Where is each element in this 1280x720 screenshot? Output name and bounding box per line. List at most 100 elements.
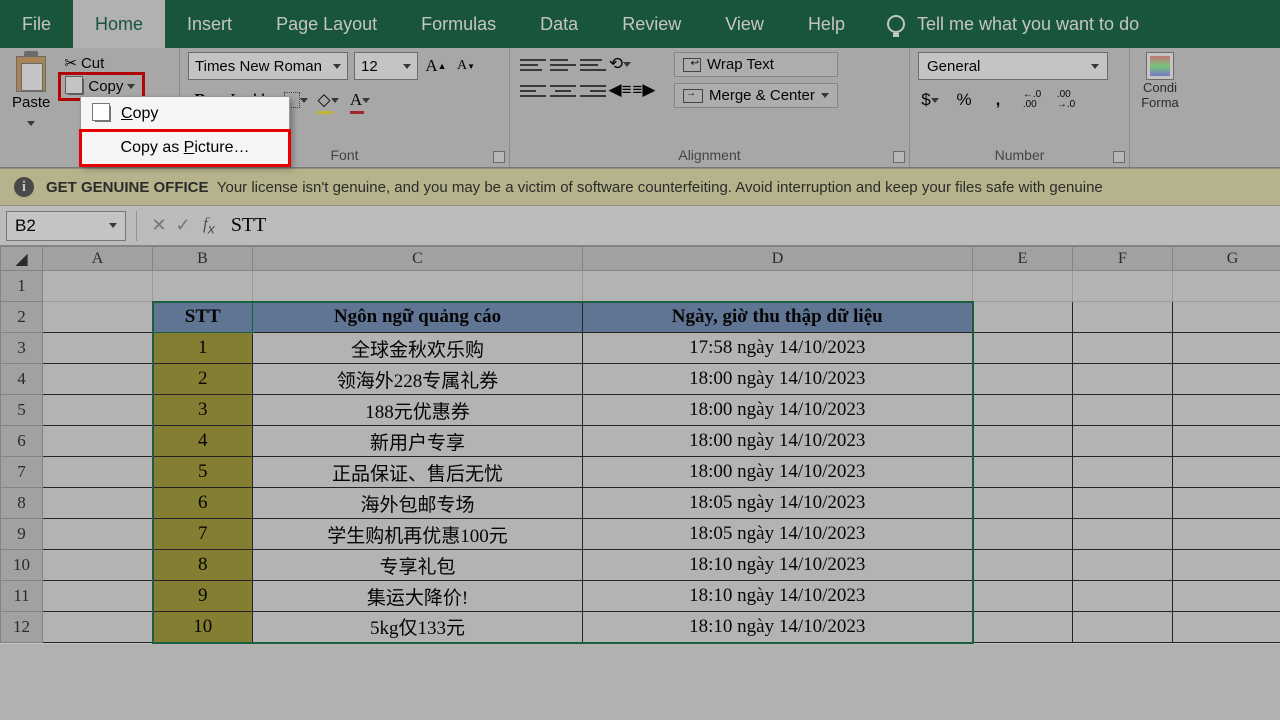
- paste-dropdown[interactable]: [27, 121, 35, 126]
- cell[interactable]: 18:00 ngày 14/10/2023: [583, 395, 973, 426]
- cell[interactable]: 5kg仅133元: [253, 612, 583, 643]
- tab-home[interactable]: Home: [73, 0, 165, 48]
- cell[interactable]: 18:05 ngày 14/10/2023: [583, 488, 973, 519]
- col-C[interactable]: C: [253, 247, 583, 271]
- cell[interactable]: 18:00 ngày 14/10/2023: [583, 457, 973, 488]
- cell[interactable]: [973, 271, 1073, 302]
- cell[interactable]: [43, 519, 153, 550]
- tab-help[interactable]: Help: [786, 0, 867, 48]
- number-dialog-launcher[interactable]: [1113, 151, 1125, 163]
- cell[interactable]: Ngày, giờ thu thập dữ liệu: [583, 302, 973, 333]
- cell[interactable]: 18:00 ngày 14/10/2023: [583, 426, 973, 457]
- menu-copy-as-picture[interactable]: Copy as Picture…: [81, 131, 289, 165]
- cell[interactable]: [1073, 581, 1173, 612]
- conditional-formatting-button[interactable]: Condi Forma: [1138, 52, 1182, 110]
- row-header[interactable]: 11: [1, 581, 43, 612]
- cell[interactable]: 领海外228专属礼券: [253, 364, 583, 395]
- cell[interactable]: [43, 457, 153, 488]
- tab-insert[interactable]: Insert: [165, 0, 254, 48]
- column-headers[interactable]: ◢ A B C D E F G: [1, 247, 1280, 271]
- cell[interactable]: [973, 488, 1073, 519]
- col-E[interactable]: E: [973, 247, 1073, 271]
- cell[interactable]: [1173, 426, 1280, 457]
- paste-button[interactable]: Paste: [8, 92, 54, 113]
- cell[interactable]: [1073, 519, 1173, 550]
- cell[interactable]: 正品保证、售后无忧: [253, 457, 583, 488]
- cell[interactable]: 3: [153, 395, 253, 426]
- tell-me[interactable]: Tell me what you want to do: [867, 0, 1159, 48]
- cell[interactable]: [973, 581, 1073, 612]
- number-format-select[interactable]: General: [918, 52, 1108, 80]
- cell[interactable]: Ngôn ngữ quảng cáo: [253, 302, 583, 333]
- col-F[interactable]: F: [1073, 247, 1173, 271]
- cell[interactable]: [583, 271, 973, 302]
- cell[interactable]: [43, 426, 153, 457]
- cell[interactable]: STT: [153, 302, 253, 333]
- row-header[interactable]: 7: [1, 457, 43, 488]
- cell[interactable]: 全球金秋欢乐购: [253, 333, 583, 364]
- cell[interactable]: 2: [153, 364, 253, 395]
- cell[interactable]: [973, 364, 1073, 395]
- col-G[interactable]: G: [1173, 247, 1280, 271]
- row-header[interactable]: 12: [1, 612, 43, 643]
- cell[interactable]: [973, 426, 1073, 457]
- increase-indent[interactable]: ≡▶: [632, 78, 656, 102]
- cell[interactable]: 1: [153, 333, 253, 364]
- decrease-decimal[interactable]: .00 →.0: [1054, 88, 1078, 112]
- name-box[interactable]: B2: [6, 211, 126, 241]
- cell[interactable]: [43, 395, 153, 426]
- worksheet-grid[interactable]: ◢ A B C D E F G 12STTNgôn ngữ quảng cáoN…: [0, 246, 1280, 644]
- formula-enter[interactable]: ✓: [171, 215, 195, 236]
- row-header[interactable]: 5: [1, 395, 43, 426]
- cell[interactable]: 6: [153, 488, 253, 519]
- cell[interactable]: [1173, 550, 1280, 581]
- increase-decimal[interactable]: ←.0 .00: [1020, 88, 1044, 112]
- row-header[interactable]: 1: [1, 271, 43, 302]
- cell[interactable]: [973, 333, 1073, 364]
- orientation-button[interactable]: ⟲: [608, 52, 632, 76]
- cell[interactable]: [1173, 457, 1280, 488]
- cell[interactable]: 18:00 ngày 14/10/2023: [583, 364, 973, 395]
- cell[interactable]: [1173, 271, 1280, 302]
- cell[interactable]: [1073, 488, 1173, 519]
- cell[interactable]: [43, 550, 153, 581]
- cell[interactable]: [153, 271, 253, 302]
- cell[interactable]: 新用户专享: [253, 426, 583, 457]
- cell[interactable]: [1173, 333, 1280, 364]
- cell[interactable]: [973, 395, 1073, 426]
- percent-button[interactable]: %: [952, 88, 976, 112]
- currency-button[interactable]: $: [918, 88, 942, 112]
- cell[interactable]: [1073, 612, 1173, 643]
- col-D[interactable]: D: [583, 247, 973, 271]
- cell[interactable]: [253, 271, 583, 302]
- cell[interactable]: [1173, 581, 1280, 612]
- align-bottom[interactable]: [580, 54, 606, 76]
- row-header[interactable]: 6: [1, 426, 43, 457]
- row-header[interactable]: 8: [1, 488, 43, 519]
- formula-input[interactable]: STT: [223, 214, 1280, 237]
- tab-review[interactable]: Review: [600, 0, 703, 48]
- row-header[interactable]: 10: [1, 550, 43, 581]
- cell[interactable]: 8: [153, 550, 253, 581]
- font-size-select[interactable]: 12: [354, 52, 418, 80]
- cell[interactable]: [43, 333, 153, 364]
- cell[interactable]: 17:58 ngày 14/10/2023: [583, 333, 973, 364]
- cell[interactable]: [973, 550, 1073, 581]
- cell[interactable]: [1173, 302, 1280, 333]
- cell[interactable]: [1073, 457, 1173, 488]
- cell[interactable]: [1073, 395, 1173, 426]
- cell[interactable]: 18:10 ngày 14/10/2023: [583, 581, 973, 612]
- cell[interactable]: 海外包邮专场: [253, 488, 583, 519]
- cell[interactable]: [43, 581, 153, 612]
- align-right[interactable]: [580, 80, 606, 102]
- cell[interactable]: 18:10 ngày 14/10/2023: [583, 550, 973, 581]
- increase-font-button[interactable]: A▲: [424, 54, 448, 78]
- font-color-button[interactable]: A: [348, 88, 372, 112]
- decrease-indent[interactable]: ◀≡: [608, 78, 632, 102]
- cell[interactable]: [1073, 364, 1173, 395]
- cell[interactable]: 7: [153, 519, 253, 550]
- cell[interactable]: 188元优惠券: [253, 395, 583, 426]
- tab-view[interactable]: View: [703, 0, 786, 48]
- fill-color-button[interactable]: ◇: [316, 88, 340, 112]
- cell[interactable]: [43, 612, 153, 643]
